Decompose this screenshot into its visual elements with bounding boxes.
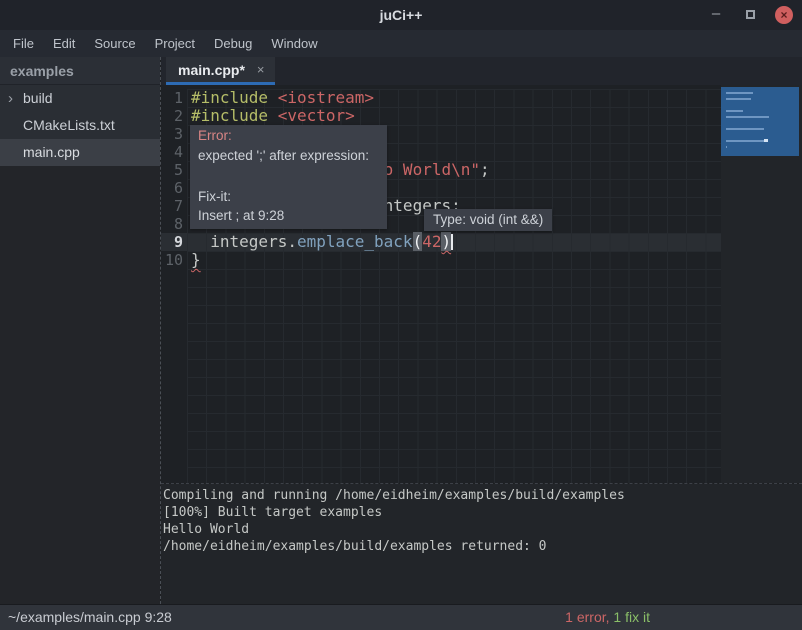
sidebar-item-label: CMakeLists.txt: [23, 117, 115, 133]
line-number: 9: [161, 233, 187, 251]
terminal-output-line: /home/eidheim/examples/build/examples re…: [163, 538, 802, 555]
minimize-button[interactable]: –: [702, 0, 730, 30]
minimap-cursor-mark: [764, 139, 768, 142]
sidebar-item-label: main.cpp: [23, 144, 80, 160]
diagnostics-status: 1 error, 1 fix it: [565, 605, 650, 630]
sidebar-item-build[interactable]: › build: [0, 85, 160, 112]
line-number: 2: [161, 107, 187, 125]
line-number: 6: [161, 179, 187, 197]
minimize-icon: –: [712, 5, 720, 22]
minimap-code-line: [726, 98, 751, 100]
tab-main-cpp[interactable]: main.cpp* ×: [166, 57, 275, 85]
fixit-tooltip-text: Insert ; at 9:28: [198, 208, 284, 223]
code-line-9: integers.emplace_back(42): [191, 233, 490, 251]
restore-button[interactable]: [736, 0, 764, 30]
error-count: 1 error,: [565, 609, 609, 625]
line-number: 5: [161, 161, 187, 179]
sidebar-item-label: build: [23, 90, 53, 106]
menu-item-debug[interactable]: Debug: [211, 34, 255, 53]
text-cursor: [451, 234, 453, 250]
line-number: 4: [161, 143, 187, 161]
error-tooltip-title: Error:: [198, 128, 232, 143]
title-bar[interactable]: juCi++ – ×: [0, 0, 802, 30]
minimap[interactable]: [721, 85, 802, 483]
menu-item-source[interactable]: Source: [91, 34, 138, 53]
status-bar: ~/examples/main.cpp 9:28 1 error, 1 fix …: [0, 604, 802, 630]
minimap-code-line: [726, 128, 764, 130]
minimap-code-line: [726, 140, 764, 142]
line-number: 1: [161, 89, 187, 107]
app-window: juCi++ – × File Edit Source Project Debug Win…: [0, 0, 802, 630]
line-number: 10: [161, 251, 187, 269]
minimap-code-line: [726, 92, 753, 94]
sidebar-item-main-cpp[interactable]: main.cpp: [0, 139, 160, 166]
code-line-10: }: [191, 251, 490, 269]
menu-item-edit[interactable]: Edit: [50, 34, 78, 53]
window-title: juCi++: [0, 0, 802, 30]
line-number: 8: [161, 215, 187, 233]
fixit-count: 1 fix it: [613, 609, 650, 625]
menu-bar: File Edit Source Project Debug Window: [0, 30, 802, 57]
menu-item-project[interactable]: Project: [152, 34, 198, 53]
file-tree: › build CMakeLists.txt main.cpp: [0, 85, 160, 166]
line-number-gutter: 12345678910: [161, 89, 187, 269]
tab-close-icon[interactable]: ×: [257, 62, 265, 77]
code-line-1: #include <iostream>: [191, 89, 490, 107]
tab-bar: main.cpp* ×: [161, 57, 802, 85]
sidebar-item-cmakelists-txt[interactable]: CMakeLists.txt: [0, 112, 160, 139]
line-number: 3: [161, 125, 187, 143]
file-location-status: ~/examples/main.cpp 9:28: [8, 605, 172, 630]
code-line-2: #include <vector>: [191, 107, 490, 125]
restore-icon: [746, 10, 755, 19]
minimap-code-line: [726, 146, 727, 148]
minimap-code-line: [726, 116, 769, 118]
error-tooltip: Error: expected ';' after expression: Fi…: [190, 125, 387, 229]
error-tooltip-message: expected ';' after expression:: [198, 148, 369, 163]
minimap-code-line: [726, 110, 743, 112]
terminal-output-line: Compiling and running /home/eidheim/exam…: [163, 487, 802, 504]
tab-label: main.cpp*: [178, 62, 245, 78]
minimap-viewport: [721, 87, 799, 156]
menu-item-window[interactable]: Window: [268, 34, 320, 53]
close-icon: ×: [775, 6, 793, 24]
project-name-header: examples: [0, 57, 160, 85]
type-tooltip: Type: void (int &&): [424, 209, 552, 231]
code-editor[interactable]: 12345678910 #include <iostream>#include …: [161, 85, 802, 483]
line-number: 7: [161, 197, 187, 215]
build-output-terminal[interactable]: Compiling and running /home/eidheim/exam…: [161, 484, 802, 604]
close-button[interactable]: ×: [770, 0, 798, 30]
chevron-right-icon[interactable]: ›: [8, 85, 13, 112]
menu-item-file[interactable]: File: [10, 34, 37, 53]
file-tree-sidebar[interactable]: examples › build CMakeLists.txt main.cpp: [0, 57, 160, 604]
terminal-output-line: Hello World: [163, 521, 802, 538]
fixit-tooltip-label: Fix-it:: [198, 189, 231, 204]
terminal-output-line: [100%] Built target examples: [163, 504, 802, 521]
